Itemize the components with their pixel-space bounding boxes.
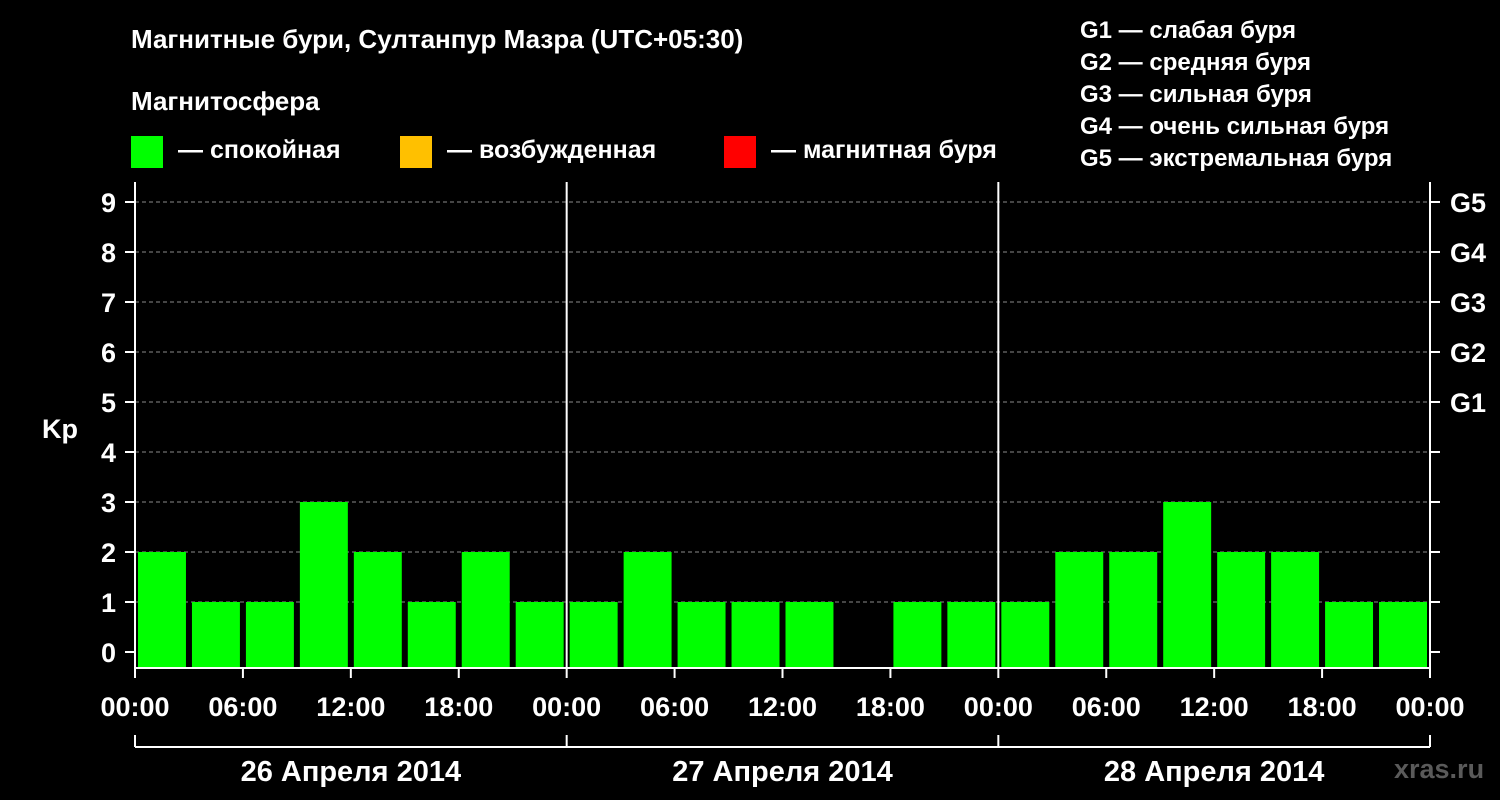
x-tick-label: 06:00 (640, 692, 709, 722)
kp-bar (1379, 602, 1427, 668)
y-tick-label: 5 (101, 388, 116, 418)
kp-bar (1109, 552, 1158, 668)
right-axis-label: G4 (1450, 238, 1486, 268)
kp-bar (353, 552, 402, 668)
kp-bar (138, 552, 186, 668)
kp-bar-chart: 0 1 2 3 4 5 6 7 8 9 Kp G1 G2 G3 G4 G5 00:00 06:00 12:00 18:… (42, 182, 1486, 788)
kp-bar (785, 602, 834, 668)
x-tick-label: 12:00 (748, 692, 817, 722)
right-axis-label: G3 (1450, 288, 1486, 318)
day-label: 27 Апреля 2014 (672, 756, 893, 788)
kp-bar (1217, 552, 1266, 668)
y-tick-label: 9 (101, 188, 116, 218)
y-tick-label: 7 (101, 288, 116, 318)
kp-bar (569, 602, 618, 668)
kp-bar (515, 602, 564, 668)
kp-bar (893, 602, 942, 668)
day-label: 26 Апреля 2014 (241, 756, 462, 788)
kp-bar (191, 602, 240, 668)
kp-bar (461, 552, 510, 668)
kp-bar (1325, 602, 1374, 668)
y-tick-label: 6 (101, 338, 116, 368)
x-tick-label: 00:00 (964, 692, 1033, 722)
x-tick-label: 18:00 (856, 692, 925, 722)
y-tick-label: 0 (101, 638, 116, 668)
right-axis-label: G2 (1450, 338, 1486, 368)
kp-bar (299, 502, 348, 668)
y-tick-label: 8 (101, 238, 116, 268)
x-tick-label: 00:00 (100, 692, 169, 722)
y-tick-label: 3 (101, 488, 116, 518)
kp-bar (1271, 552, 1320, 668)
x-tick-label: 12:00 (1180, 692, 1249, 722)
kp-bar (677, 602, 726, 668)
x-tick-label: 06:00 (208, 692, 277, 722)
kp-bar (1163, 502, 1212, 668)
x-tick-label: 18:00 (424, 692, 493, 722)
x-tick-label: 06:00 (1072, 692, 1141, 722)
right-axis-label: G1 (1450, 388, 1486, 418)
kp-bar (407, 602, 456, 668)
kp-bar (731, 602, 780, 668)
x-tick-label: 00:00 (1395, 692, 1464, 722)
y-tick-label: 2 (101, 538, 116, 568)
day-label: 28 Апреля 2014 (1104, 756, 1325, 788)
x-tick-label: 12:00 (316, 692, 385, 722)
y-tick-label: 4 (101, 438, 116, 468)
x-tick-label: 18:00 (1288, 692, 1357, 722)
kp-bar (1055, 552, 1104, 668)
y-tick-label: 1 (101, 588, 116, 618)
right-axis-label: G5 (1450, 188, 1486, 218)
kp-bar (245, 602, 294, 668)
kp-bar (947, 602, 996, 668)
y-axis-label: Kp (42, 414, 78, 444)
x-tick-label: 00:00 (532, 692, 601, 722)
watermark: xras.ru (1394, 754, 1485, 784)
kp-bar (623, 552, 672, 668)
kp-bar (1001, 602, 1050, 668)
